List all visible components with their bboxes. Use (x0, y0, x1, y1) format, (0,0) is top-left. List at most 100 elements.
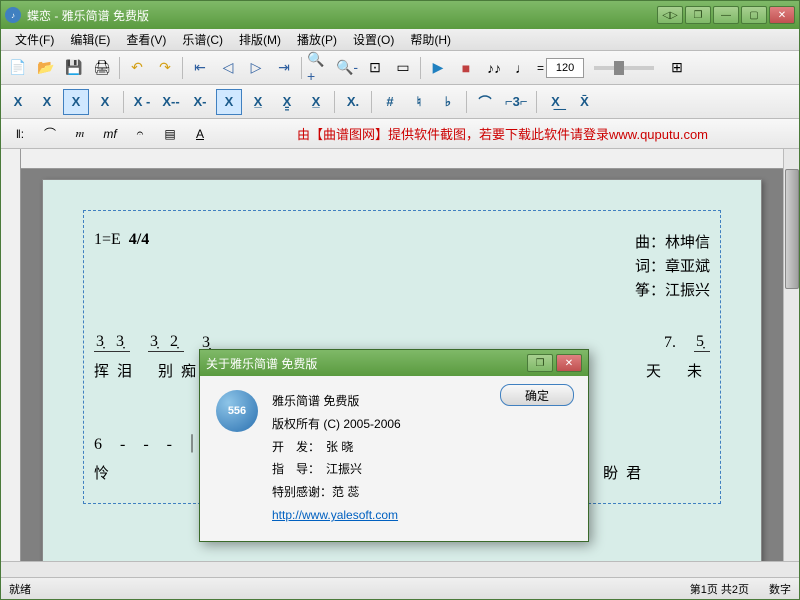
nav-button[interactable]: ◁▷ (657, 6, 683, 24)
note-duration-icon[interactable]: ♪♪ (481, 55, 507, 81)
about-dialog: 关于雅乐简谱 免费版 ❐ ✕ 556 雅乐简谱 免费版 版权所有 (C) 200… (199, 349, 589, 542)
next-icon[interactable]: ▷ (243, 55, 269, 81)
fermata-btn[interactable]: 𝆐 (67, 122, 93, 146)
tempo-slider[interactable] (594, 66, 654, 70)
note-btn[interactable]: X- (187, 89, 213, 115)
slider-thumb[interactable] (614, 61, 624, 75)
menu-settings[interactable]: 设置(O) (345, 29, 402, 50)
note: 5̣ (694, 333, 710, 352)
dialog-close-icon[interactable]: ✕ (556, 354, 582, 372)
note: 6 (94, 436, 102, 454)
prev-icon[interactable]: ◁ (215, 55, 241, 81)
close-button[interactable]: ✕ (769, 6, 795, 24)
note: - (143, 436, 148, 454)
font-btn[interactable]: A (187, 122, 213, 146)
sharp-btn[interactable]: # (377, 89, 403, 115)
ruler-vertical (1, 149, 21, 561)
note-btn-active[interactable]: X (63, 89, 89, 115)
about-advisor: 指 导： 江振兴 (272, 458, 401, 481)
menu-edit[interactable]: 编辑(E) (62, 29, 118, 50)
settings-icon[interactable]: ⊞ (664, 55, 690, 81)
note-btn[interactable]: X (92, 89, 118, 115)
text-btn[interactable]: ▤ (157, 122, 183, 146)
maximize-button[interactable]: ▢ (741, 6, 767, 24)
menu-view[interactable]: 查看(V) (118, 29, 174, 50)
note-btn[interactable]: X - (129, 89, 155, 115)
natural-btn[interactable]: ♮ (406, 89, 432, 115)
about-developer: 开 发： 张 晓 (272, 436, 401, 459)
note-dot-btn[interactable]: X. (340, 89, 366, 115)
slur-btn[interactable]: ⌒ (37, 122, 63, 146)
triplet-btn[interactable]: ⌐3⌐ (501, 89, 531, 115)
tempo-input[interactable] (546, 58, 584, 78)
dialog-info: 雅乐简谱 免费版 版权所有 (C) 2005-2006 开 发： 张 晓 指 导… (272, 390, 401, 527)
status-pages: 第1页 共2页 (690, 581, 749, 597)
zoom-page-icon[interactable]: ▭ (390, 55, 416, 81)
note-btn[interactable]: X̳ (274, 89, 300, 115)
menu-score[interactable]: 乐谱(C) (174, 29, 231, 50)
note-btn[interactable]: X̲ (303, 89, 329, 115)
zoom-out-icon[interactable]: 🔍- (334, 55, 360, 81)
restore-button[interactable]: ❐ (685, 6, 711, 24)
last-icon[interactable]: ⇥ (271, 55, 297, 81)
promo-link[interactable]: www.quputu.com (609, 127, 708, 142)
lyric: 怜 (94, 462, 117, 483)
barline: | (190, 431, 194, 454)
menu-play[interactable]: 播放(P) (289, 29, 345, 50)
about-thanks: 特别感谢：范 蕊 (272, 481, 401, 504)
toolbar-notation: X X X X X - X-- X- X X̲ X̳ X̲ X. # ♮ ♭ ⌒… (1, 85, 799, 119)
play-icon[interactable]: ▶ (425, 55, 451, 81)
ok-button[interactable]: 确定 (500, 384, 574, 406)
credit-label: 曲： (635, 235, 665, 251)
note-low-btn[interactable]: X͟ (542, 89, 568, 115)
first-icon[interactable]: ⇤ (187, 55, 213, 81)
dialog-restore-icon[interactable]: ❐ (527, 354, 553, 372)
flat-btn[interactable]: ♭ (435, 89, 461, 115)
promo-prefix: 由【曲谱图网】提供软件截图，若要下载此软件请登录 (297, 127, 609, 142)
credit-label: 筝： (635, 283, 665, 299)
note-btn[interactable]: X (5, 89, 31, 115)
lyric: 未 (687, 360, 710, 381)
window-title: 蝶恋 - 雅乐简谱 免费版 (27, 7, 657, 24)
note: 3̣ 3̣ (94, 333, 130, 352)
scroll-thumb[interactable] (785, 169, 799, 289)
note-btn[interactable]: X-- (158, 89, 184, 115)
note-btn[interactable]: X (34, 89, 60, 115)
credit-label: 词： (635, 259, 665, 275)
scrollbar-vertical[interactable] (783, 149, 799, 561)
window-buttons: ◁▷ ❐ — ▢ ✕ (657, 6, 795, 24)
note-icon[interactable]: ♩ (509, 55, 535, 81)
scrollbar-horizontal[interactable] (1, 561, 799, 577)
statusbar: 就绪 第1页 共2页 数字 (1, 577, 799, 599)
dialog-app-icon: 556 (216, 390, 258, 432)
key-text: 1=E (94, 231, 121, 248)
credit-name: 章亚斌 (665, 259, 710, 275)
stop-icon[interactable]: ■ (453, 55, 479, 81)
menu-layout[interactable]: 排版(M) (231, 29, 289, 50)
redo-icon[interactable]: ↷ (152, 55, 178, 81)
tie-btn[interactable]: ⌒ (472, 89, 498, 115)
zoom-fit-icon[interactable]: ⊡ (362, 55, 388, 81)
print-icon[interactable]: 🖨 (89, 55, 115, 81)
save-icon[interactable]: 💾 (61, 55, 87, 81)
menu-file[interactable]: 文件(F) (7, 29, 62, 50)
dynamic-btn[interactable]: mf (97, 122, 123, 146)
separator (301, 57, 302, 79)
note-high-btn[interactable]: X̄ (571, 89, 597, 115)
note: 7. (664, 334, 676, 352)
status-text: 就绪 (9, 581, 690, 597)
main-window: ♪ 蝶恋 - 雅乐简谱 免费版 ◁▷ ❐ — ▢ ✕ 文件(F) 编辑(E) 查… (0, 0, 800, 600)
separator (466, 91, 467, 113)
about-link[interactable]: http://www.yalesoft.com (272, 508, 398, 522)
about-copyright: 版权所有 (C) 2005-2006 (272, 413, 401, 436)
repeat-btn[interactable]: ‖: (7, 122, 33, 146)
undo-icon[interactable]: ↶ (124, 55, 150, 81)
new-icon[interactable]: 📄 (5, 55, 31, 81)
ornament-btn[interactable]: 𝄐 (127, 122, 153, 146)
note-btn-active[interactable]: X (216, 89, 242, 115)
open-icon[interactable]: 📂 (33, 55, 59, 81)
note-btn[interactable]: X̲ (245, 89, 271, 115)
zoom-in-icon[interactable]: 🔍+ (306, 55, 332, 81)
menu-help[interactable]: 帮助(H) (402, 29, 459, 50)
minimize-button[interactable]: — (713, 6, 739, 24)
